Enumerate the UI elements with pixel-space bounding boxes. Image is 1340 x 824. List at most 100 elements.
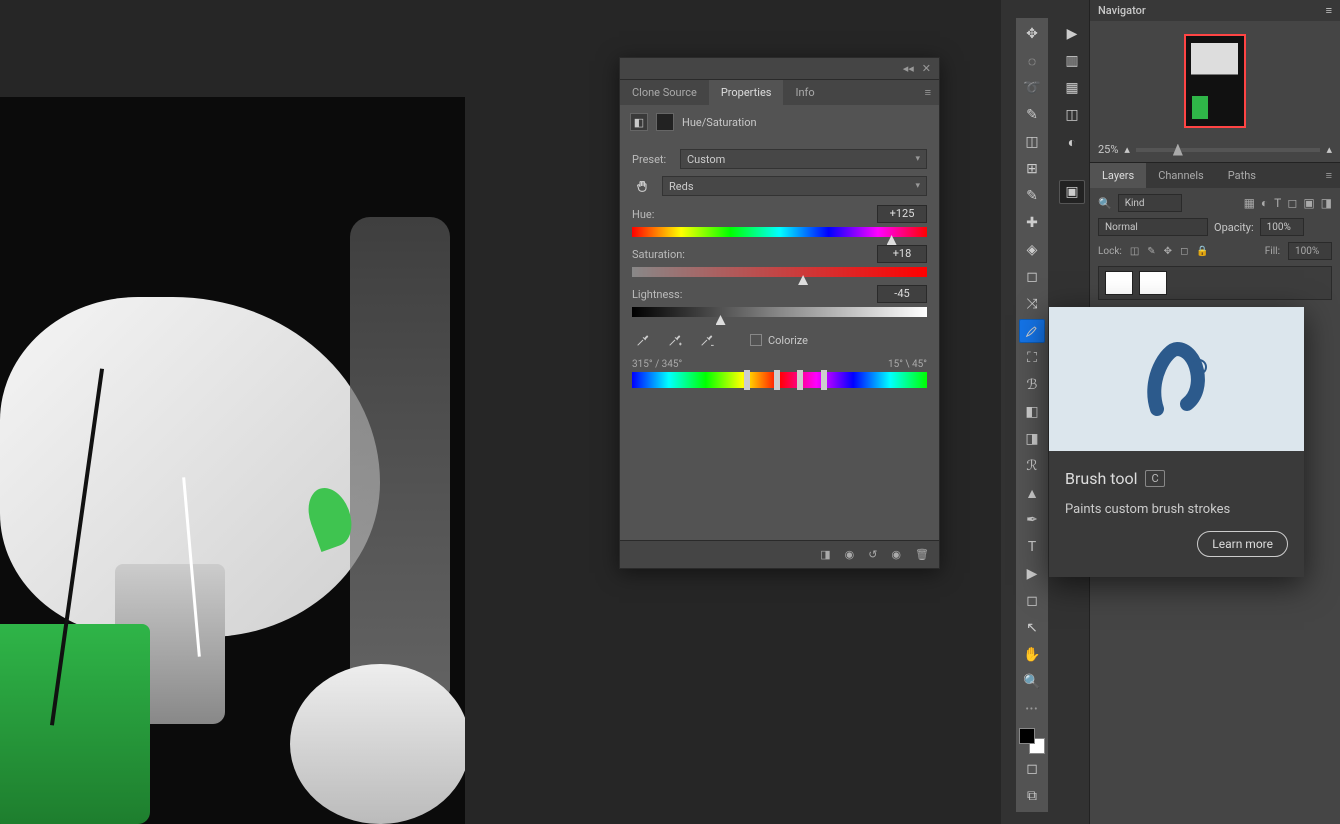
eyedropper-tool-icon[interactable]: ✎ — [1019, 184, 1045, 208]
direct-select-icon[interactable]: ↖ — [1019, 616, 1045, 640]
color-swatches[interactable] — [1019, 728, 1045, 754]
histogram-icon[interactable]: ▥ — [1059, 49, 1085, 73]
lightness-value[interactable]: -45 — [877, 285, 927, 303]
history-brush-tool-icon[interactable]: ℬ — [1019, 373, 1045, 397]
path-select-tool-icon[interactable]: ▶ — [1019, 562, 1045, 586]
layers-menu-icon[interactable]: ≡ — [1318, 163, 1340, 188]
shape-tool-icon[interactable]: ◻ — [1019, 589, 1045, 613]
healing-tool-icon[interactable]: ✚ — [1019, 211, 1045, 235]
styles-icon[interactable]: ◫ — [1059, 103, 1085, 127]
shuffle-icon[interactable]: ⤨ — [1019, 292, 1045, 316]
filter-toggle-icon[interactable]: ◨ — [1321, 196, 1332, 210]
collapse-icon[interactable]: ◂◂ — [903, 62, 914, 75]
lightness-slider[interactable] — [632, 307, 927, 317]
reset-icon[interactable]: ↺ — [868, 548, 877, 561]
marquee-tool-icon[interactable]: ◌ — [1019, 49, 1045, 73]
toggle-visibility-icon[interactable]: ◉ — [891, 548, 901, 561]
zoom-in-icon[interactable]: ▴ — [1326, 143, 1332, 156]
tab-clone-source[interactable]: Clone Source — [620, 80, 709, 105]
panel-header[interactable]: ◂◂ ✕ — [620, 58, 939, 80]
edit-toolbar-icon[interactable]: ••• — [1019, 697, 1045, 721]
view-previous-icon[interactable]: ◉ — [845, 548, 855, 561]
lock-transparency-icon[interactable]: ◫ — [1130, 246, 1139, 257]
learn-more-button[interactable]: Learn more — [1197, 531, 1288, 557]
range-left-label: 315° / 345° — [632, 359, 682, 370]
color-range-spectrum[interactable] — [632, 372, 927, 388]
panel-menu-icon[interactable]: ≡ — [1326, 4, 1332, 17]
eyedropper-icon[interactable] — [632, 329, 654, 351]
gradient-tool-icon[interactable]: ◨ — [1019, 427, 1045, 451]
quick-select-tool-icon[interactable]: ✎ — [1019, 103, 1045, 127]
layer-row[interactable] — [1098, 266, 1332, 300]
foreground-color-swatch[interactable] — [1019, 728, 1035, 744]
type-tool-icon[interactable]: T — [1019, 535, 1045, 559]
saturation-value[interactable]: +18 — [877, 245, 927, 263]
opacity-value[interactable]: 100% — [1260, 218, 1304, 236]
move-tool-icon[interactable]: ✥ — [1019, 22, 1045, 46]
layer-filter-select[interactable]: Kind — [1118, 194, 1182, 212]
delete-icon[interactable]: 🗑 — [915, 548, 929, 561]
document-canvas[interactable] — [0, 97, 465, 824]
lasso-tool-icon[interactable]: ➰ — [1019, 76, 1045, 100]
hue-slider[interactable] — [632, 227, 927, 237]
adjustment-title: Hue/Saturation — [682, 116, 757, 129]
clip-to-layer-icon[interactable]: ◨ — [820, 548, 830, 561]
crop-tool-icon[interactable]: ◫ — [1019, 130, 1045, 154]
saturation-slider[interactable] — [632, 267, 927, 277]
tab-paths[interactable]: Paths — [1216, 163, 1268, 188]
fill-value[interactable]: 100% — [1288, 242, 1332, 260]
zoom-tool-icon[interactable]: 🔍 — [1019, 670, 1045, 694]
libraries-icon[interactable]: ▣ — [1059, 180, 1085, 204]
layers-icon[interactable]: ▦ — [1059, 76, 1085, 100]
marquee-rect-icon[interactable]: ◻ — [1019, 265, 1045, 289]
dodge-tool-icon[interactable]: ▲ — [1019, 481, 1045, 505]
adjustments-icon[interactable]: ◐ — [1059, 130, 1085, 154]
zoom-slider[interactable] — [1136, 148, 1321, 152]
screen-mode-icon[interactable]: ⧉ — [1019, 784, 1045, 808]
lock-pixels-icon[interactable]: ✎ — [1147, 246, 1155, 257]
patch-tool-icon[interactable]: ◈ — [1019, 238, 1045, 262]
hue-value[interactable]: +125 — [877, 205, 927, 223]
close-icon[interactable]: ✕ — [922, 62, 931, 75]
tab-properties[interactable]: Properties — [709, 80, 784, 105]
colorize-checkbox[interactable] — [750, 334, 762, 346]
navigator-title: Navigator — [1098, 4, 1146, 17]
filter-pixel-icon[interactable]: ▦ — [1244, 196, 1255, 210]
tab-info[interactable]: Info — [783, 80, 826, 105]
lock-artboard-icon[interactable]: ◻ — [1180, 246, 1188, 257]
play-icon[interactable]: ▶ — [1059, 22, 1085, 46]
tooltip-shortcut: C — [1145, 470, 1164, 487]
targeted-adjust-icon[interactable] — [632, 175, 654, 197]
filter-shape-icon[interactable]: ◻ — [1287, 196, 1297, 210]
pen-tool-icon[interactable]: ✒ — [1019, 508, 1045, 532]
layer-mask-thumbnail — [1139, 271, 1167, 295]
preset-select[interactable]: Custom — [680, 149, 927, 169]
tab-layers[interactable]: Layers — [1090, 163, 1146, 188]
blend-mode-select[interactable]: Normal — [1098, 218, 1208, 236]
eyedropper-add-icon[interactable] — [664, 329, 686, 351]
channel-select[interactable]: Reds — [662, 176, 927, 196]
filter-smart-icon[interactable]: ▣ — [1303, 196, 1314, 210]
navigator-preview[interactable] — [1090, 21, 1340, 141]
zoom-level[interactable]: 25% — [1098, 143, 1118, 156]
blur-tool-icon[interactable]: ℛ — [1019, 454, 1045, 478]
tool-tooltip: Brush tool C Paints custom brush strokes… — [1049, 307, 1304, 577]
frame-tool-icon[interactable]: ⊞ — [1019, 157, 1045, 181]
filter-type-icon[interactable]: T — [1274, 196, 1281, 210]
filter-adjust-icon[interactable]: ◐ — [1261, 196, 1268, 210]
eyedropper-subtract-icon[interactable] — [696, 329, 718, 351]
navigator-panel: Navigator ≡ 25% ▴ ▴ — [1090, 0, 1340, 163]
eraser-tool-icon[interactable]: ◧ — [1019, 400, 1045, 424]
brush-tool-icon[interactable] — [1019, 319, 1045, 343]
zoom-out-icon[interactable]: ▴ — [1124, 143, 1130, 156]
search-icon[interactable]: 🔍 — [1098, 197, 1112, 210]
range-right-label: 15° \ 45° — [888, 359, 927, 370]
panel-menu-icon[interactable]: ≡ — [917, 80, 939, 105]
tab-channels[interactable]: Channels — [1146, 163, 1216, 188]
clone-stamp-tool-icon[interactable]: ⛶ — [1019, 346, 1045, 370]
hand-tool-icon[interactable]: ✋ — [1019, 643, 1045, 667]
properties-panel[interactable]: ◂◂ ✕ Clone Source Properties Info ≡ ◧ Hu… — [619, 57, 940, 569]
quick-mask-icon[interactable]: ◻ — [1019, 757, 1045, 781]
lock-position-icon[interactable]: ✥ — [1164, 246, 1172, 257]
lock-all-icon[interactable]: 🔒 — [1196, 246, 1208, 257]
